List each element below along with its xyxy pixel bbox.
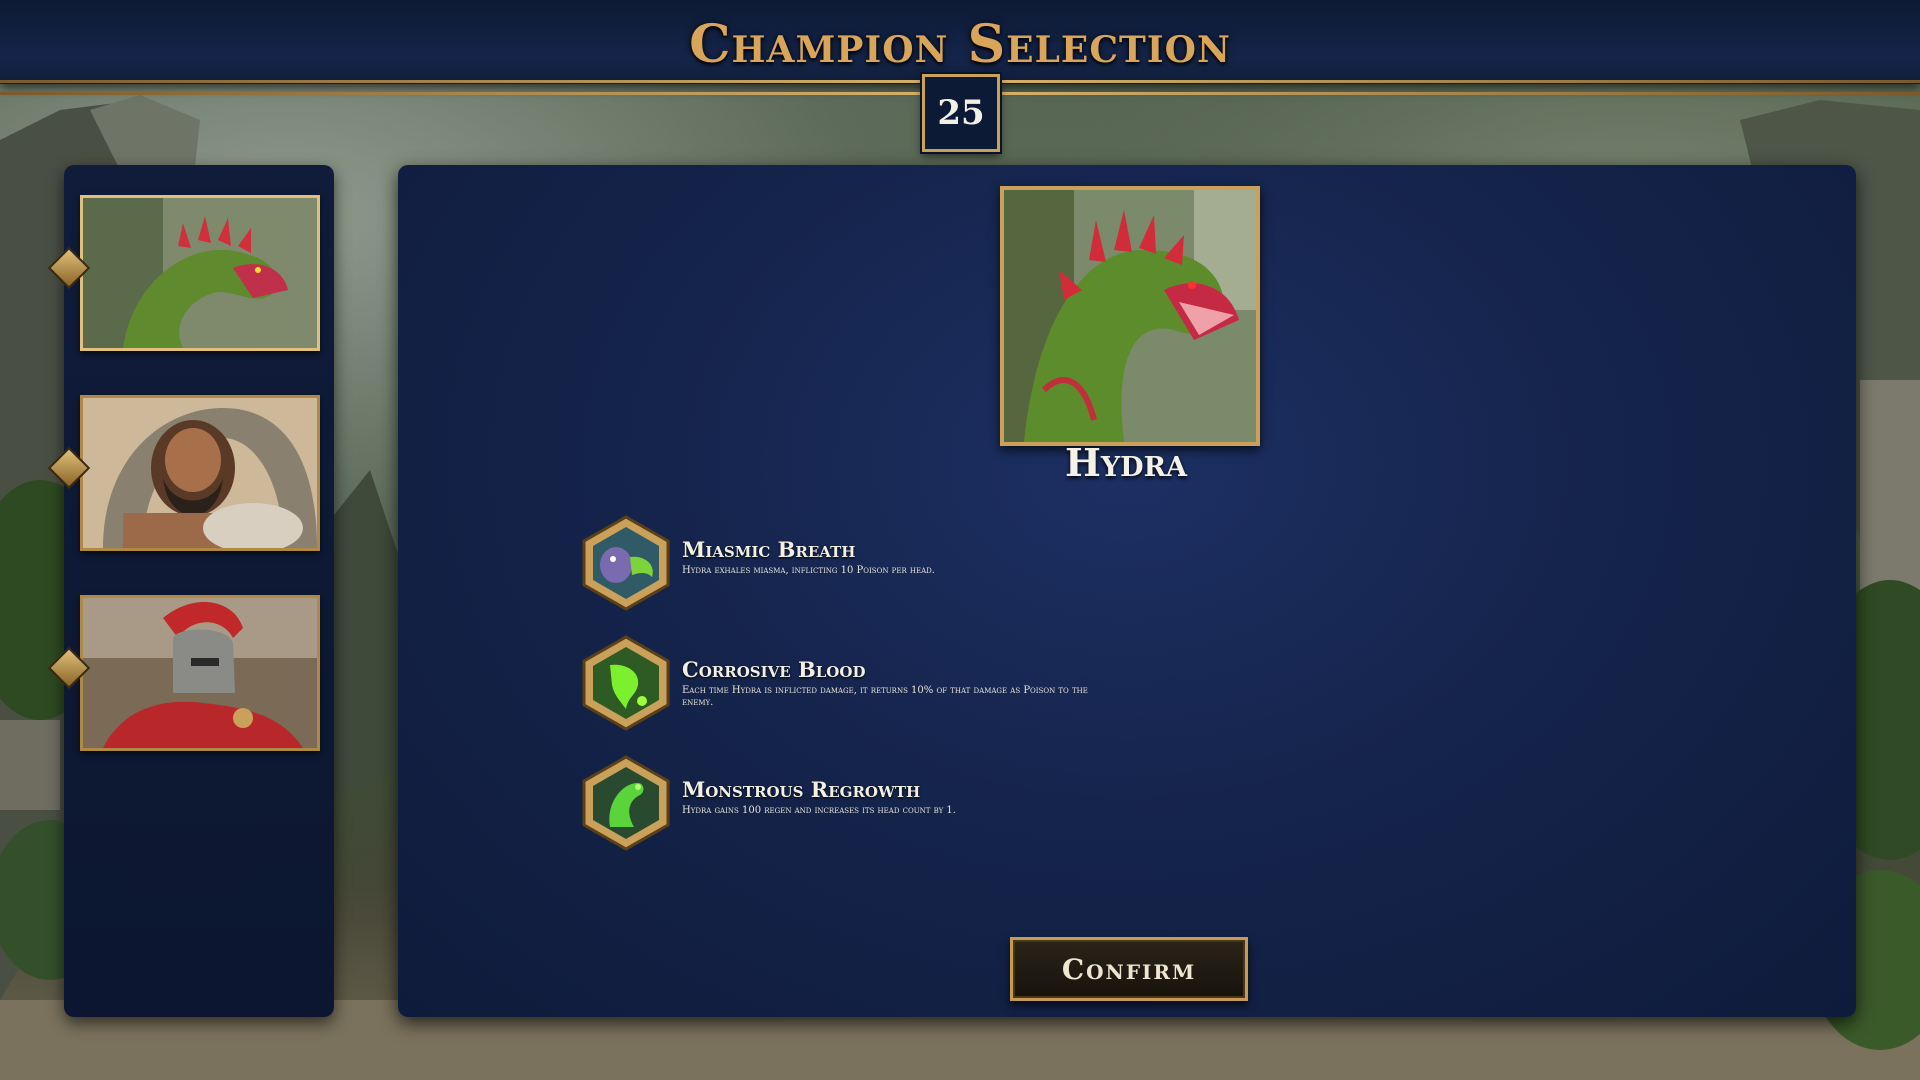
- hydra-portrait: [1004, 190, 1256, 442]
- countdown-timer: 25: [922, 74, 1000, 152]
- ability-description: Hydra gains 100 regen and increases its …: [682, 805, 956, 816]
- bearded-hero-portrait: [83, 398, 317, 548]
- confirm-button[interactable]: Confirm: [1010, 937, 1248, 1001]
- roster-card-bearded-hero[interactable]: [80, 395, 320, 551]
- champion-portrait: [1000, 186, 1260, 446]
- ability-name: Miasmic Breath: [682, 537, 856, 562]
- hydra-portrait: [83, 198, 317, 348]
- champion-name: Hydra: [1065, 440, 1187, 485]
- roster-card-spartan[interactable]: [80, 595, 320, 751]
- page-title: Champion Selection: [689, 14, 1231, 75]
- regrowth-icon[interactable]: [580, 755, 672, 851]
- ability-name: Monstrous Regrowth: [682, 777, 921, 802]
- breath-icon[interactable]: [580, 515, 672, 611]
- champion-roster: [47, 165, 334, 1017]
- roster-card-hydra[interactable]: [80, 195, 320, 351]
- ability-row: Monstrous Regrowth Hydra gains 100 regen…: [580, 755, 1200, 855]
- ability-row: Miasmic Breath Hydra exhales miasma, inf…: [580, 515, 1200, 615]
- spartan-portrait: [83, 598, 317, 748]
- ability-name: Corrosive Blood: [682, 657, 866, 682]
- blood-icon[interactable]: [580, 635, 672, 731]
- ability-row: Corrosive Blood Each time Hydra is infli…: [580, 635, 1200, 735]
- ability-description: Hydra exhales miasma, inflicting 10 Pois…: [682, 565, 935, 576]
- ability-description: Each time Hydra is inflicted damage, it …: [682, 685, 1088, 708]
